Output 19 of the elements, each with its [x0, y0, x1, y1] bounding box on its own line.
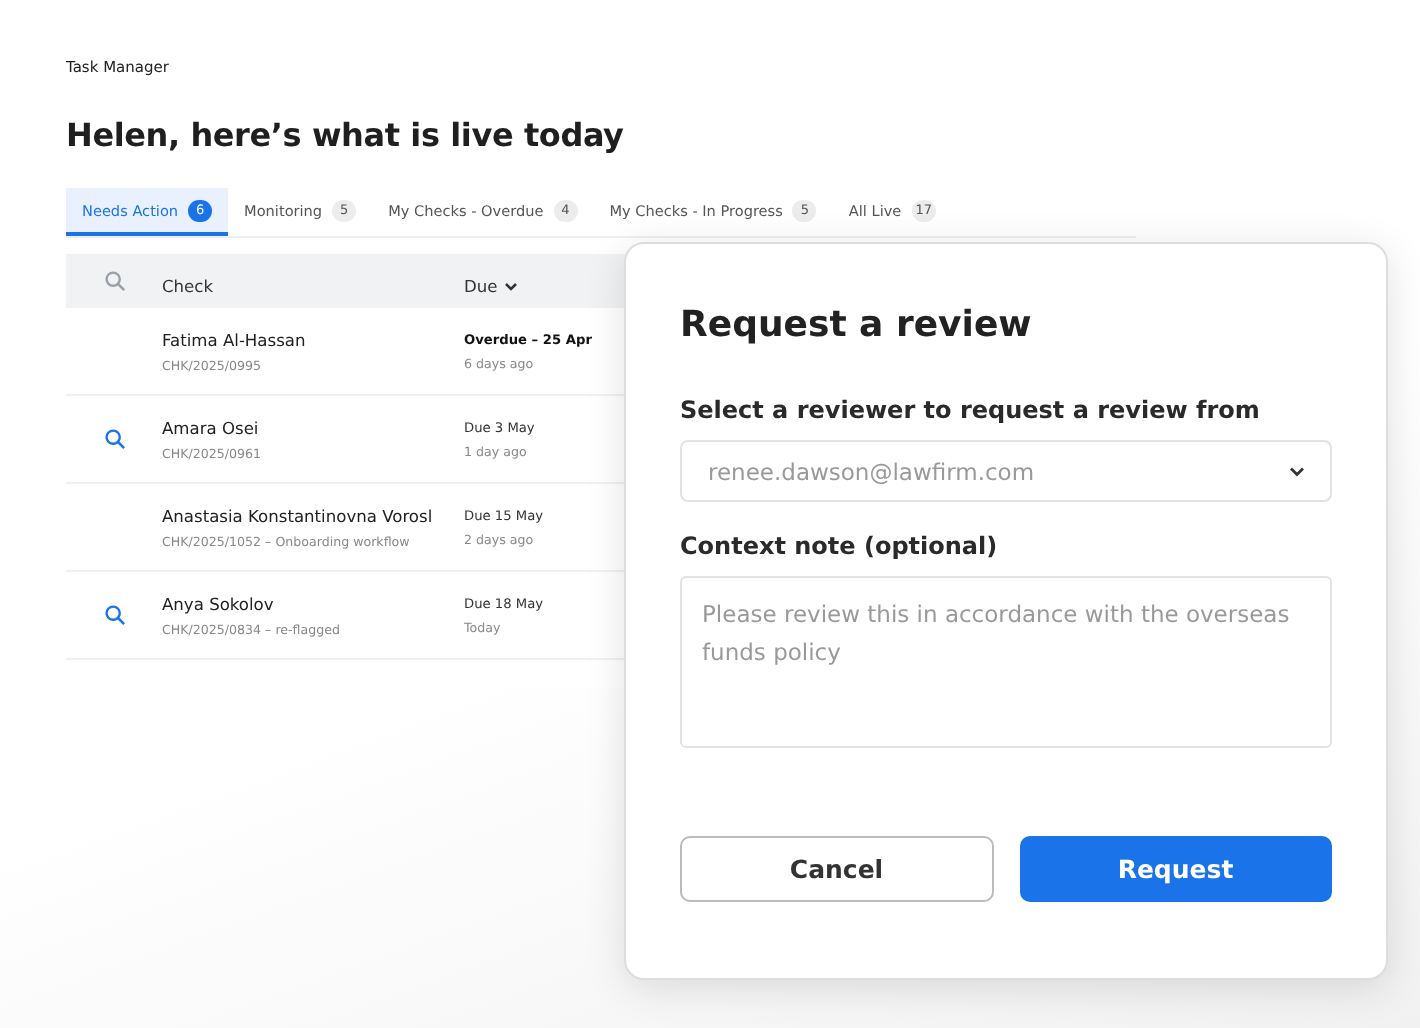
chevron-down-icon: [1288, 466, 1306, 478]
column-header[interactable]: Due: [464, 276, 518, 296]
check-name: Anastasia Konstantinovna Vorosl: [162, 505, 435, 525]
reviewer-select[interactable]: renee.dawson@lawfirm.com: [680, 440, 1332, 502]
column-header: Check: [162, 276, 214, 296]
check-name: Anya Sokolov: [162, 593, 276, 613]
check-name: Fatima Al-Hassan: [162, 329, 308, 349]
page-heading: Helen, here’s what is live today: [66, 116, 626, 154]
search-icon[interactable]: [103, 604, 125, 626]
dialog-title: Request a review: [680, 304, 1034, 346]
check-name: Amara Osei: [162, 417, 261, 437]
request-button[interactable]: Request: [1019, 836, 1332, 902]
cancel-button[interactable]: Cancel: [680, 836, 993, 902]
search-icon[interactable]: [103, 428, 125, 450]
caret-icon: [503, 281, 518, 291]
search-icon[interactable]: [103, 270, 125, 292]
field-label: Context note (optional): [680, 532, 1000, 560]
note-field[interactable]: Please review this in accordance with the overseas funds policy: [680, 576, 1332, 748]
field-label: Select a reviewer to request a review from: [680, 396, 1262, 424]
